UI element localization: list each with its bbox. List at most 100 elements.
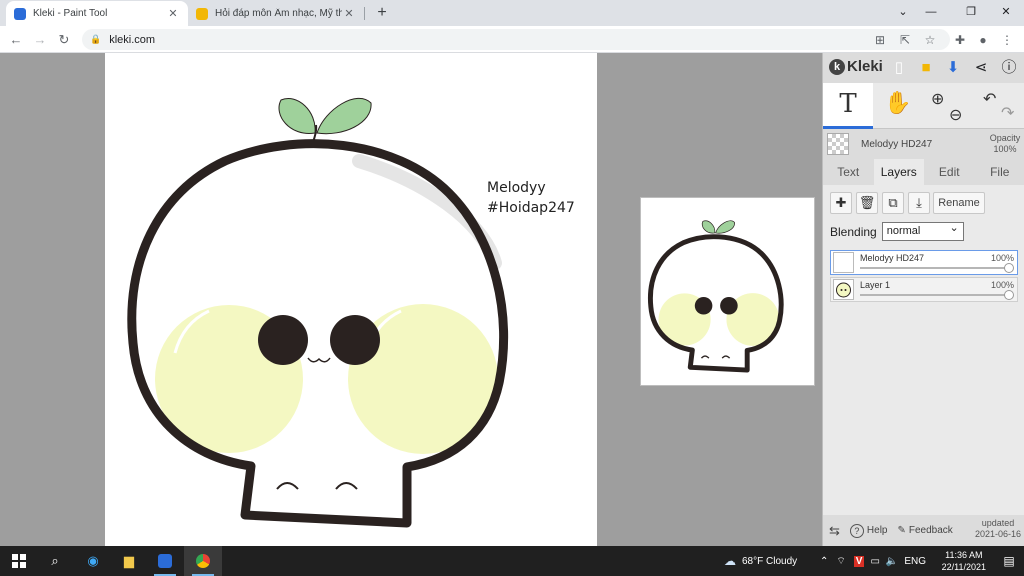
rename-layer-button[interactable]: Rename [933, 192, 985, 214]
clock-time: 11:36 AM [945, 550, 983, 560]
share-icon[interactable]: ⇱ [895, 30, 915, 50]
panel-tabs: Text Layers Edit File [823, 159, 1024, 185]
kleki-top-bar: k Kleki ▯ ■ ⬇ ⋖ ⓘ [823, 53, 1024, 83]
notifications-icon[interactable]: ▤ [994, 546, 1024, 576]
system-tray: ⌃ ⌔ V ▭ 🔈 ENG [820, 546, 926, 576]
layer-item[interactable]: Layer 1 100% [830, 277, 1018, 302]
tab-text[interactable]: Text [823, 159, 874, 185]
minimize-icon[interactable]: — [921, 3, 941, 21]
kleki-logo[interactable]: k Kleki [829, 58, 883, 75]
help-button[interactable]: ? Help [849, 523, 888, 538]
help-question-icon[interactable]: ⓘ [999, 58, 1019, 78]
zoom-out-icon[interactable]: ⊖ [949, 105, 962, 125]
tab-hoidap[interactable]: Hỏi đáp môn Âm nhạc, Mỹ thuật... ✕ [188, 1, 364, 26]
edge-browser-icon[interactable]: ◉ [74, 546, 112, 576]
tray-chevron-up-icon[interactable]: ⌃ [820, 556, 828, 567]
opacity-label: Opacity [989, 133, 1021, 143]
hoidap-favicon-icon [196, 7, 208, 20]
file-explorer-icon[interactable]: ▆ [110, 546, 148, 576]
wifi-icon[interactable]: ⌔ [836, 555, 845, 568]
navigator-thumbnail [647, 220, 784, 373]
layers-panel: ✚ 🗑 ⧉ ⤓ Rename Blending normal Melodyy H… [823, 185, 1024, 515]
forward-arrow-icon[interactable]: → [30, 30, 50, 50]
chrome-logo-icon [196, 554, 210, 568]
close-tab-icon[interactable]: ✕ [166, 7, 180, 20]
updated-info[interactable]: updated 2021-06-16 [975, 518, 1021, 540]
redo-icon[interactable]: ↷ [1001, 103, 1014, 123]
new-tab-plus-icon[interactable]: + [373, 4, 391, 22]
updated-date: 2021-06-16 [974, 529, 1021, 539]
bookmark-star-icon[interactable]: ☆ [920, 30, 940, 50]
browser-menu-icon[interactable]: ⋮ [997, 30, 1017, 50]
start-windows-icon[interactable] [0, 546, 38, 576]
zoom-buttons[interactable]: ⊕ ⊖ [925, 83, 975, 129]
restore-icon[interactable]: ❐ [961, 3, 981, 21]
tab-kleki[interactable]: Kleki - Paint Tool ✕ [6, 1, 188, 26]
kleki-favicon-icon [14, 7, 26, 20]
back-arrow-icon[interactable]: ← [6, 30, 26, 50]
add-layer-button[interactable]: ✚ [830, 192, 852, 214]
speaker-icon[interactable]: 🔈 [886, 556, 898, 567]
layer-item[interactable]: Melodyy HD247 100% [830, 250, 1018, 275]
download-icon[interactable]: ⬇ [943, 58, 963, 78]
language-indicator[interactable]: ENG [904, 556, 926, 567]
reload-icon[interactable]: ↻ [54, 30, 74, 50]
drawing-canvas[interactable]: Melodyy #Hoidap247 [105, 53, 597, 546]
duplicate-layer-button[interactable]: ⧉ [882, 192, 904, 214]
skull-thumbnail-icon [836, 282, 851, 298]
clock-date: 22/11/2021 [941, 562, 986, 572]
tab-separator [364, 7, 365, 20]
translate-icon[interactable]: ⊞ [870, 30, 890, 50]
close-window-icon[interactable]: ✕ [996, 3, 1016, 21]
antivirus-v-icon[interactable]: V [853, 555, 865, 567]
address-bar[interactable]: 🔒 kleki.com [82, 29, 950, 50]
share-icon[interactable]: ⋖ [971, 58, 991, 78]
battery-icon[interactable]: ▭ [870, 556, 879, 567]
undo-icon[interactable]: ↶ [983, 89, 996, 109]
close-tab-icon[interactable]: ✕ [342, 7, 356, 20]
new-image-icon[interactable]: ▯ [889, 58, 909, 78]
kleki-app-icon[interactable] [146, 546, 184, 576]
canvas-navigator-preview[interactable] [641, 198, 814, 385]
canvas-workspace[interactable]: Melodyy #Hoidap247 [0, 53, 822, 546]
search-icon[interactable]: ⌕ [36, 546, 74, 576]
layer-opacity-slider[interactable] [860, 294, 1009, 296]
layer-opacity: 100% [990, 253, 1014, 263]
kleki-side-panel: k Kleki ▯ ■ ⬇ ⋖ ⓘ T ✋ ⊕ ⊖ ↶ ↷ Melodyy HD… [822, 53, 1024, 546]
layer-opacity-slider-handle[interactable] [1004, 290, 1014, 300]
tab-file[interactable]: File [975, 159, 1024, 185]
undo-redo-buttons[interactable]: ↶ ↷ [975, 83, 1024, 129]
tool-row: T ✋ ⊕ ⊖ ↶ ↷ [823, 83, 1024, 129]
chrome-app-icon[interactable] [184, 546, 222, 576]
current-layer-header: Melodyy HD247 Opacity 100% [823, 129, 1024, 159]
layer-opacity-slider-handle[interactable] [1004, 263, 1014, 273]
layer-thumbnail [833, 252, 854, 273]
help-label: Help [866, 525, 888, 536]
layer-opacity-readout: Opacity 100% [985, 133, 1024, 155]
merge-layer-button[interactable]: ⤓ [908, 192, 930, 214]
browser-toolbar: ← → ↻ 🔒 kleki.com ⊞ ⇱ ☆ ✚ ● ⋮ [0, 26, 1024, 53]
hand-tool-button[interactable]: ✋ [873, 83, 923, 129]
tab-layers[interactable]: Layers [873, 159, 924, 185]
skull-drawing [127, 97, 509, 528]
profile-avatar-icon[interactable]: ● [973, 30, 993, 50]
taskbar-clock[interactable]: 11:36 AM 22/11/2021 [942, 549, 986, 573]
zoom-in-icon[interactable]: ⊕ [931, 89, 944, 109]
swap-sides-button[interactable]: ⇆ [829, 523, 840, 539]
feedback-button[interactable]: ✎ Feedback [897, 525, 952, 536]
canvas-text: Melodyy #Hoidap247 [487, 178, 575, 218]
feedback-pencil-icon: ✎ [897, 525, 906, 536]
tab-edit[interactable]: Edit [924, 159, 975, 185]
windows-taskbar: ⌕ ◉ ▆ ☁ 68°F Cloudy ⌃ ⌔ V ▭ 🔈 ENG 11:36 … [0, 546, 1024, 576]
blending-select[interactable]: normal [881, 220, 964, 241]
tab-search-chevron-icon[interactable]: ⌄ [893, 3, 913, 21]
text-tool-button[interactable]: T [823, 83, 873, 129]
cloud-icon: ☁ [724, 554, 736, 568]
opacity-value: 100% [993, 144, 1017, 154]
weather-widget[interactable]: ☁ 68°F Cloudy [724, 546, 797, 576]
delete-layer-button[interactable]: 🗑 [856, 192, 878, 214]
open-folder-icon[interactable]: ■ [916, 58, 936, 78]
layer-name: Layer 1 [860, 280, 891, 290]
extensions-puzzle-icon[interactable]: ✚ [950, 30, 970, 50]
layer-opacity-slider[interactable] [860, 267, 1009, 269]
